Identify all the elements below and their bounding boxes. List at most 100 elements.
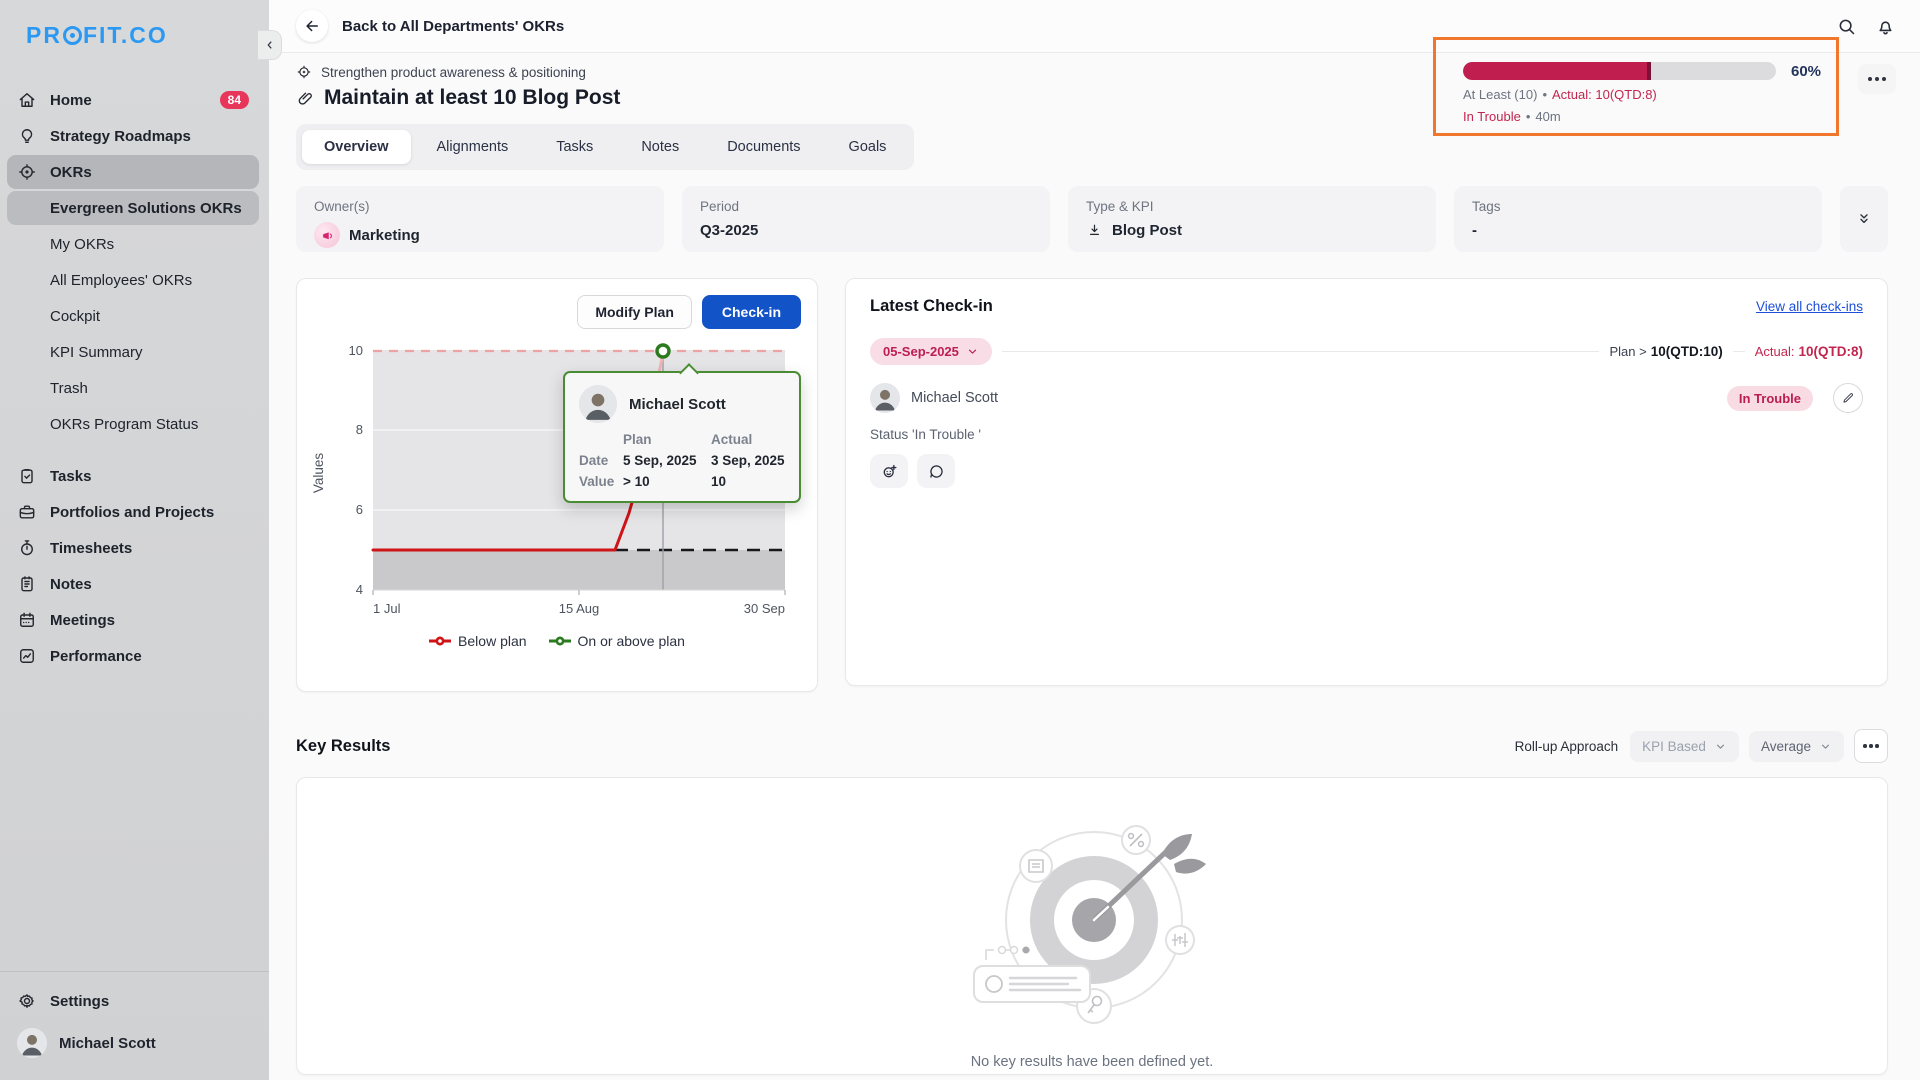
sidebar-item-label: Portfolios and Projects: [50, 504, 214, 521]
rollup-approach-label: Roll-up Approach: [1515, 739, 1619, 754]
empty-state-target-illustration: [966, 818, 1218, 1036]
tab-notes[interactable]: Notes: [619, 130, 701, 164]
lightbulb-icon: [17, 126, 37, 146]
sidebar-item-trash[interactable]: Trash: [7, 371, 259, 405]
tooltip-plan-date: 5 Sep, 2025: [623, 453, 711, 468]
sidebar-item-my-okrs[interactable]: My OKRs: [7, 227, 259, 261]
content: Strengthen product awareness & positioni…: [269, 53, 1920, 1075]
paperclip-icon: [296, 89, 315, 108]
legend-marker-red: [429, 635, 451, 647]
rollup-method-value: KPI Based: [1642, 739, 1706, 754]
divider: [0, 971, 269, 972]
back-button[interactable]: [296, 10, 328, 42]
stopwatch-icon: [17, 538, 37, 558]
comment-button[interactable]: [917, 454, 955, 488]
tooltip-col-actual: Actual: [711, 432, 799, 447]
sidebar-collapse-button[interactable]: [258, 30, 282, 60]
expand-details-button[interactable]: [1840, 186, 1888, 252]
owner-value: Marketing: [349, 227, 420, 244]
home-icon: [17, 90, 37, 110]
chevron-down-icon: [1819, 740, 1832, 753]
notepad-icon: [17, 574, 37, 594]
type-kpi-label: Type & KPI: [1086, 199, 1418, 214]
tab-alignments[interactable]: Alignments: [415, 130, 531, 164]
chart-tooltip: Michael Scott Plan Actual Date 5 Sep, 20…: [563, 371, 801, 503]
sidebar-item-label: All Employees' OKRs: [50, 272, 192, 289]
tab-overview[interactable]: Overview: [302, 130, 411, 164]
aggregation-dropdown[interactable]: Average: [1749, 731, 1844, 762]
profitco-logo: PRFIT.CO: [0, 0, 269, 49]
edit-checkin-button[interactable]: [1833, 383, 1863, 413]
back-label[interactable]: Back to All Departments' OKRs: [342, 18, 564, 35]
tooltip-actual-date: 3 Sep, 2025: [711, 453, 799, 468]
target-icon: [296, 64, 312, 80]
latest-checkin-card: Latest Check-in View all check-ins 05-Se…: [845, 278, 1888, 686]
sidebar-item-label: Performance: [50, 648, 142, 665]
chevron-down-icon: [966, 345, 979, 358]
tab-goals[interactable]: Goals: [827, 130, 909, 164]
sidebar-item-portfolios-and-projects[interactable]: Portfolios and Projects: [7, 495, 259, 529]
info-cards-row: Owner(s) Marketing Period Q3-2025 Type &…: [296, 186, 1888, 252]
status-badge: In Trouble: [1727, 386, 1813, 411]
sidebar-item-notes[interactable]: Notes: [7, 567, 259, 601]
tooltip-actual-value: 10: [711, 474, 799, 489]
sidebar-item-tasks[interactable]: Tasks: [7, 459, 259, 493]
sidebar-item-label: Evergreen Solutions OKRs: [50, 200, 242, 217]
briefcase-icon: [17, 502, 37, 522]
key-results-title: Key Results: [296, 737, 390, 756]
sidebar-item-settings[interactable]: Settings: [7, 984, 259, 1018]
sidebar-item-evergreen-solutions-okrs[interactable]: Evergreen Solutions OKRs: [7, 191, 259, 225]
sidebar-item-strategy-roadmaps[interactable]: Strategy Roadmaps: [7, 119, 259, 153]
sidebar-item-performance[interactable]: Performance: [7, 639, 259, 673]
checkin-status-text: Status 'In Trouble ': [870, 427, 1863, 442]
checkin-marker: [657, 345, 669, 357]
sidebar-item-timesheets[interactable]: Timesheets: [7, 531, 259, 565]
tooltip-table: Plan Actual Date 5 Sep, 2025 3 Sep, 2025…: [579, 432, 785, 489]
divider: [1733, 351, 1745, 352]
clipboard-icon: [17, 466, 37, 486]
progress-cluster: 60% At Least (10) • Actual: 10(QTD:8) In…: [1463, 62, 1883, 124]
search-icon[interactable]: [1836, 16, 1857, 37]
tags-card[interactable]: Tags -: [1454, 186, 1822, 252]
sidebar-item-label: KPI Summary: [50, 344, 143, 361]
sidebar-item-okrs[interactable]: OKRs: [7, 155, 259, 189]
tab-documents[interactable]: Documents: [705, 130, 822, 164]
tags-label: Tags: [1472, 199, 1804, 214]
check-in-button[interactable]: Check-in: [702, 295, 801, 329]
sidebar-item-all-employees-okrs[interactable]: All Employees' OKRs: [7, 263, 259, 297]
view-all-checkins-link[interactable]: View all check-ins: [1756, 299, 1863, 314]
period-label: Period: [700, 199, 1032, 214]
owner-card[interactable]: Owner(s) Marketing: [296, 186, 664, 252]
rollup-method-dropdown[interactable]: KPI Based: [1630, 731, 1739, 762]
sidebar-nav: Home 84 Strategy Roadmaps OKRs Evergreen…: [0, 83, 269, 673]
divider: [1002, 351, 1600, 352]
tooltip-avatar: [579, 385, 617, 423]
arrow-left-icon: [303, 17, 321, 35]
legend-marker-green: [549, 635, 571, 647]
key-results-header: Key Results Roll-up Approach KPI Based A…: [296, 729, 1888, 763]
progress-percent: 60%: [1791, 63, 1821, 80]
sidebar-user[interactable]: Michael Scott: [0, 1020, 269, 1066]
objective-more-button[interactable]: [1858, 64, 1896, 94]
key-results-more-button[interactable]: [1854, 729, 1888, 763]
type-kpi-card[interactable]: Type & KPI Blog Post: [1068, 186, 1436, 252]
top-bar: Back to All Departments' OKRs: [269, 0, 1920, 53]
smiley-plus-icon: [880, 462, 899, 481]
sidebar-item-label: My OKRs: [50, 236, 114, 253]
checkin-date-dropdown[interactable]: 05-Sep-2025: [870, 338, 992, 365]
modify-plan-button[interactable]: Modify Plan: [577, 295, 692, 329]
sidebar-item-label: Notes: [50, 576, 92, 593]
sidebar-item-cockpit[interactable]: Cockpit: [7, 299, 259, 333]
period-card[interactable]: Period Q3-2025: [682, 186, 1050, 252]
speech-bubble-icon: [927, 462, 946, 481]
sidebar-item-home[interactable]: Home 84: [7, 83, 259, 117]
sidebar-item-okrs-program-status[interactable]: OKRs Program Status: [7, 407, 259, 441]
legend-label: Below plan: [458, 633, 527, 649]
legend-label: On or above plan: [578, 633, 685, 649]
sidebar-item-kpi-summary[interactable]: KPI Summary: [7, 335, 259, 369]
add-reaction-button[interactable]: [870, 454, 908, 488]
sidebar-item-meetings[interactable]: Meetings: [7, 603, 259, 637]
period-value: Q3-2025: [700, 222, 758, 239]
tab-tasks[interactable]: Tasks: [534, 130, 615, 164]
bell-icon[interactable]: [1875, 16, 1896, 37]
